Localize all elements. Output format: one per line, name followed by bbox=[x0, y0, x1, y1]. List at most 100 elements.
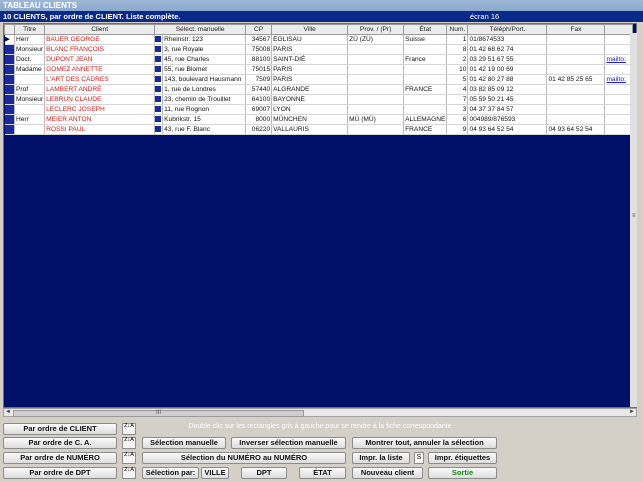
table-row[interactable]: Monsieur LEBRUN CLAUDE 23, chemin de Troui… bbox=[4, 94, 634, 105]
manual-select-checkbox[interactable] bbox=[155, 105, 162, 112]
cell-mail[interactable] bbox=[604, 44, 634, 55]
table-row[interactable]: L'ART DES CADRES 143, boulevard Hausmann 7… bbox=[4, 74, 634, 85]
row-selector-icon[interactable] bbox=[4, 125, 14, 134]
table-row[interactable]: Doct. DUPONT JEAN 45, rue Charles 88100 SAIN… bbox=[4, 54, 634, 65]
cell-mail[interactable] bbox=[604, 64, 634, 75]
cell-checkbox[interactable] bbox=[154, 124, 164, 135]
cell-mail[interactable] bbox=[604, 94, 634, 105]
vertical-scrollbar[interactable]: ≡ bbox=[630, 33, 637, 407]
sortie-button[interactable]: Sortie bbox=[428, 467, 497, 479]
selection-etat-button[interactable]: ÉTAT bbox=[299, 467, 346, 479]
manual-select-checkbox[interactable] bbox=[155, 45, 162, 52]
header-telephone[interactable]: Téléph/Port. bbox=[467, 24, 548, 35]
header-cp[interactable]: CP bbox=[245, 24, 273, 35]
cell-mail[interactable] bbox=[604, 104, 634, 115]
row-selector[interactable] bbox=[4, 94, 15, 105]
cell-cp: 57440 bbox=[245, 84, 273, 95]
table-row[interactable]: Prof LAMBERT ANDRÉ 1, rue de Londres 57440 A… bbox=[4, 84, 634, 95]
manual-select-checkbox[interactable] bbox=[155, 65, 162, 72]
montrer-tout-button[interactable]: Montrer tout, annuler la sélection bbox=[352, 437, 497, 449]
cell-mail[interactable] bbox=[604, 34, 634, 45]
row-selector[interactable] bbox=[4, 54, 15, 65]
inverser-selection-button[interactable]: Inverser sélection manuelle bbox=[231, 437, 346, 449]
cell-checkbox[interactable] bbox=[154, 54, 164, 65]
cell-checkbox[interactable] bbox=[154, 94, 164, 105]
cell-checkbox[interactable] bbox=[154, 34, 164, 45]
manual-select-checkbox[interactable] bbox=[155, 35, 162, 42]
header-province[interactable]: Prov. / (Pr) bbox=[347, 24, 405, 35]
row-selector-icon[interactable] bbox=[4, 75, 14, 84]
row-selector-icon[interactable] bbox=[4, 55, 14, 64]
cell-checkbox[interactable] bbox=[154, 114, 164, 125]
cell-checkbox[interactable] bbox=[154, 84, 164, 95]
header-etat[interactable]: État bbox=[403, 24, 448, 35]
current-row-arrow-icon[interactable]: ▶ bbox=[5, 36, 10, 43]
manual-select-checkbox[interactable] bbox=[155, 55, 162, 62]
cell-checkbox[interactable] bbox=[154, 74, 164, 85]
row-selector-icon[interactable] bbox=[4, 85, 14, 94]
manual-select-checkbox[interactable] bbox=[155, 85, 162, 92]
table-row[interactable]: LECLERC JOSEPH 11, rue Rognon 69007 LYON 3 04… bbox=[4, 104, 634, 115]
row-selector-icon[interactable] bbox=[4, 115, 14, 124]
row-selector-icon[interactable] bbox=[4, 65, 14, 74]
header-ville[interactable]: Ville bbox=[271, 24, 349, 35]
table-row[interactable]: Herr MEIER ANTON Kubrikstr. 15 8000 MÜNCHEN M… bbox=[4, 114, 634, 125]
cell-mail[interactable]: mailto: bbox=[604, 74, 634, 85]
cell-ville: PARIS bbox=[271, 74, 349, 85]
sort-numero-icon[interactable]: Z↓A bbox=[122, 452, 136, 464]
nouveau-client-button[interactable]: Nouveau client bbox=[352, 467, 423, 479]
order-dpt-button[interactable]: Par ordre de DPT bbox=[3, 467, 117, 479]
order-ca-button[interactable]: Par ordre de C. A. bbox=[3, 437, 117, 449]
table-row[interactable]: ▶ Herr BAUER GEORGE Rheinstr. 123 34567 EGLIS… bbox=[4, 34, 634, 45]
row-selector[interactable] bbox=[4, 104, 15, 115]
scroll-thumb[interactable]: III bbox=[13, 410, 304, 417]
selection-manuelle-button[interactable]: Sélection manuelle bbox=[142, 437, 226, 449]
cell-cp: 75015 bbox=[245, 64, 273, 75]
cell-etat: FRANCE bbox=[403, 84, 448, 95]
scroll-right-icon[interactable]: ► bbox=[628, 409, 636, 416]
row-selector[interactable] bbox=[4, 124, 15, 135]
cell-mail[interactable]: mailto: bbox=[604, 54, 634, 65]
order-numero-button[interactable]: Par ordre de NUMÉRO bbox=[3, 452, 117, 464]
scroll-left-icon[interactable]: ◄ bbox=[4, 409, 12, 416]
sort-ca-icon[interactable]: Z↓A bbox=[122, 437, 136, 449]
cell-checkbox[interactable] bbox=[154, 44, 164, 55]
manual-select-checkbox[interactable] bbox=[155, 125, 162, 132]
header-titre[interactable]: Titre bbox=[13, 24, 46, 35]
row-selector[interactable] bbox=[4, 114, 15, 125]
selection-dpt-button[interactable]: DPT bbox=[241, 467, 287, 479]
selection-ville-button[interactable]: VILLE bbox=[201, 467, 229, 479]
row-selector-icon[interactable] bbox=[4, 105, 14, 114]
cell-checkbox[interactable] bbox=[154, 104, 164, 115]
header-num[interactable]: Num. bbox=[446, 24, 469, 35]
manual-select-checkbox[interactable] bbox=[155, 115, 162, 122]
s-field[interactable]: S bbox=[414, 452, 424, 464]
header-selection-manuelle[interactable]: Sélect. manuelle bbox=[154, 24, 247, 35]
header-client[interactable]: Client bbox=[44, 24, 156, 35]
selection-numero-button[interactable]: Sélection du NUMÉRO au NUMÉRO bbox=[142, 452, 346, 464]
sort-client-icon[interactable]: Z↓A bbox=[122, 423, 136, 435]
sort-dpt-icon[interactable]: Z↓A bbox=[122, 467, 136, 479]
table-row[interactable]: ROSSI PAUL 43, rue F. Blanc 06220 VALLAURIS… bbox=[4, 124, 634, 135]
row-selector[interactable] bbox=[4, 64, 15, 75]
manual-select-checkbox[interactable] bbox=[155, 95, 162, 102]
row-selector[interactable] bbox=[4, 44, 15, 55]
table-row[interactable]: Madame GOMEZ ANNETTE 55, rue Blomet 75015 PA… bbox=[4, 64, 634, 75]
order-client-button[interactable]: Par ordre de CLIENT bbox=[3, 423, 117, 435]
header-fax[interactable]: Fax bbox=[546, 24, 606, 35]
row-selector[interactable] bbox=[4, 74, 15, 85]
manual-select-checkbox[interactable] bbox=[155, 75, 162, 82]
row-selector-icon[interactable] bbox=[4, 45, 14, 54]
impr-etiquettes-button[interactable]: Impr. étiquettes bbox=[428, 452, 497, 464]
horizontal-scrollbar[interactable]: ◄ III ► bbox=[3, 408, 637, 417]
cell-checkbox[interactable] bbox=[154, 64, 164, 75]
table-row[interactable]: Monsieur BLANC FRANÇOIS 3, rue Royale 75008… bbox=[4, 44, 634, 55]
row-selector[interactable]: ▶ bbox=[4, 34, 15, 45]
row-selector[interactable] bbox=[4, 84, 15, 95]
cell-fax bbox=[546, 44, 606, 55]
cell-mail[interactable] bbox=[604, 114, 634, 125]
cell-mail[interactable] bbox=[604, 124, 634, 135]
cell-mail[interactable] bbox=[604, 84, 634, 95]
row-selector-icon[interactable] bbox=[4, 95, 14, 104]
impr-liste-button[interactable]: Impr. la liste bbox=[352, 452, 410, 464]
